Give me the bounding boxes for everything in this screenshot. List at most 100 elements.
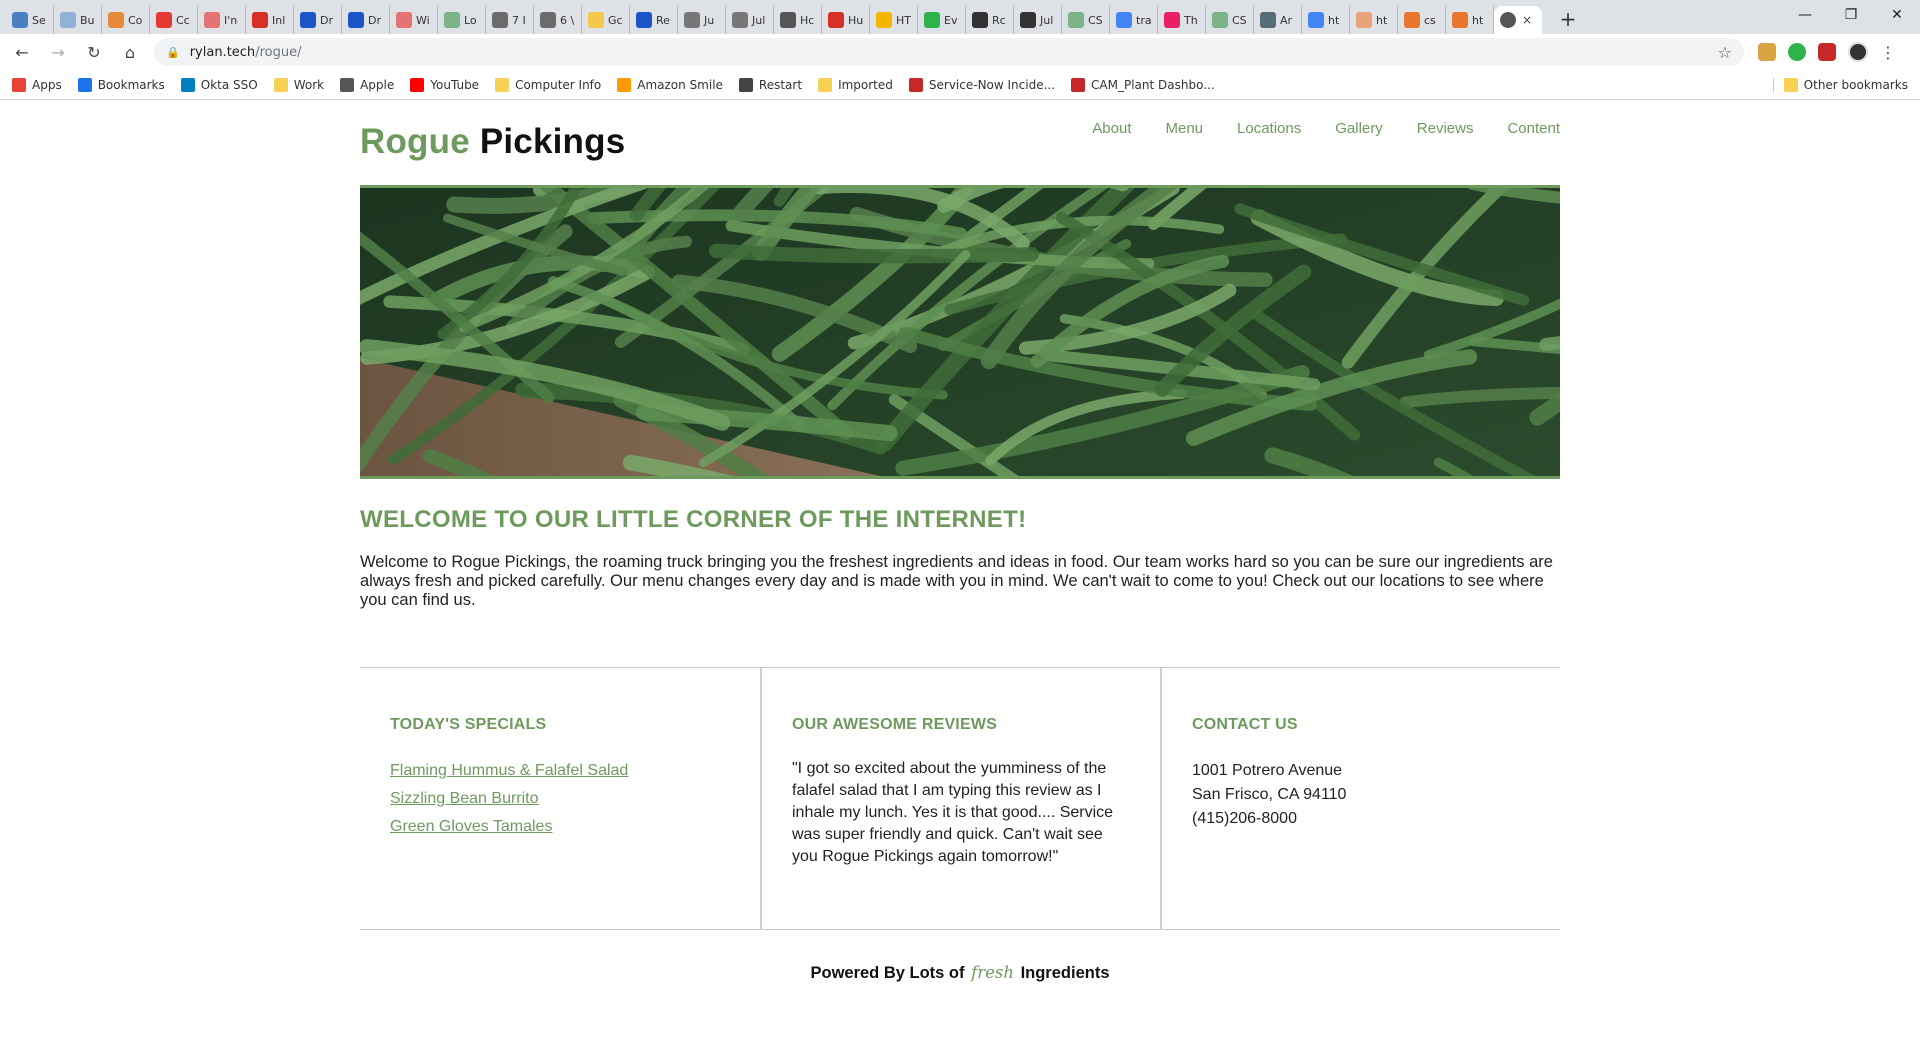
tab-title: Ju	[704, 13, 715, 27]
browser-tab[interactable]: Hu	[822, 6, 870, 34]
restore-button[interactable]: ❐	[1828, 0, 1874, 30]
nav-link-menu[interactable]: Menu	[1166, 120, 1204, 137]
browser-tab[interactable]: Ar	[1254, 6, 1302, 34]
tab-favicon-icon	[300, 12, 316, 28]
address-bar[interactable]: 🔒 rylan.tech/rogue/ ☆	[154, 38, 1744, 66]
browser-tab[interactable]: Re	[630, 6, 678, 34]
bookmark-item[interactable]: Service-Now Incide...	[908, 77, 1055, 92]
special-item: Flaming Hummus & Falafel Salad	[390, 762, 730, 780]
bookmark-item[interactable]: Bookmarks	[77, 77, 165, 92]
special-item: Sizzling Bean Burrito	[390, 790, 730, 808]
bookmark-star-icon[interactable]: ☆	[1718, 43, 1732, 62]
browser-tab[interactable]: Rc	[966, 6, 1014, 34]
bookmark-item[interactable]: Apps	[12, 77, 62, 92]
servicenow-icon	[1071, 77, 1086, 92]
profile-avatar[interactable]	[1848, 42, 1868, 62]
browser-tab[interactable]: 6 \	[534, 6, 582, 34]
tab-favicon-icon	[396, 12, 412, 28]
browser-tab[interactable]: Lo	[438, 6, 486, 34]
bookmark-item[interactable]: Imported	[818, 77, 893, 92]
nav-link-gallery[interactable]: Gallery	[1335, 120, 1383, 137]
browser-tab[interactable]: CS	[1062, 6, 1110, 34]
bookmark-item[interactable]: Amazon Smile	[617, 77, 723, 92]
tab-title: Re	[656, 13, 670, 27]
evernote-extension-icon[interactable]	[1788, 43, 1806, 61]
site-logo[interactable]: Rogue Pickings	[360, 122, 625, 162]
browser-tab[interactable]: cs	[1398, 6, 1446, 34]
contact-line: 1001 Potrero Avenue	[1192, 762, 1343, 779]
bookmark-item[interactable]: Restart	[738, 77, 802, 92]
nav-link-about[interactable]: About	[1092, 120, 1131, 137]
bookmarks-bar: Apps Bookmarks Okta SSO Work Apple YouTube Com…	[0, 70, 1920, 100]
extension-badge-icon[interactable]	[1818, 43, 1836, 61]
special-item: Green Gloves Tamales	[390, 818, 730, 836]
browser-tab[interactable]: Jul	[1014, 6, 1062, 34]
menu-kebab-icon[interactable]: ⋮	[1880, 43, 1896, 62]
special-link[interactable]: Green Gloves Tamales	[390, 818, 552, 835]
tab-favicon-icon	[156, 12, 172, 28]
browser-tab[interactable]: Dr	[342, 6, 390, 34]
browser-tab[interactable]: ht	[1302, 6, 1350, 34]
browser-tab[interactable]: 7 I	[486, 6, 534, 34]
nav-link-reviews[interactable]: Reviews	[1417, 120, 1474, 137]
reload-button[interactable]: ↻	[80, 38, 108, 66]
active-tab[interactable]: ×	[1494, 6, 1542, 34]
bookmark-label: Bookmarks	[97, 77, 165, 92]
info-columns: TODAY'S SPECIALS Flaming Hummus & Falafe…	[360, 667, 1560, 930]
extension-icon[interactable]	[1758, 43, 1776, 61]
nav-link-content[interactable]: Content	[1507, 120, 1560, 137]
browser-tab[interactable]: Dr	[294, 6, 342, 34]
other-bookmarks[interactable]: Other bookmarks	[1772, 77, 1908, 92]
browser-tab[interactable]: Co	[102, 6, 150, 34]
browser-tab[interactable]: Jul	[726, 6, 774, 34]
browser-tab[interactable]: CS	[1206, 6, 1254, 34]
bookmark-item[interactable]: YouTube	[410, 77, 480, 92]
browser-tab[interactable]: Ev	[918, 6, 966, 34]
close-tab-icon[interactable]: ×	[1522, 13, 1532, 27]
bookmark-item[interactable]: Computer Info	[495, 77, 601, 92]
browser-tab[interactable]: Hc	[774, 6, 822, 34]
home-button[interactable]: ⌂	[116, 38, 144, 66]
browser-tab[interactable]: Wi	[390, 6, 438, 34]
tab-favicon-icon	[636, 12, 652, 28]
close-window-button[interactable]: ✕	[1874, 0, 1920, 30]
new-tab-button[interactable]: +	[1556, 7, 1580, 31]
browser-tab[interactable]: tra	[1110, 6, 1158, 34]
tab-title: 6 \	[560, 13, 575, 27]
special-link[interactable]: Sizzling Bean Burrito	[390, 790, 539, 807]
browser-tab[interactable]: Se	[6, 6, 54, 34]
tab-favicon-icon	[12, 12, 28, 28]
bookmark-item[interactable]: Work	[273, 77, 324, 92]
bookmark-label: YouTube	[430, 77, 480, 92]
special-link[interactable]: Flaming Hummus & Falafel Salad	[390, 762, 628, 779]
browser-tab[interactable]: I'n	[198, 6, 246, 34]
tab-favicon-icon	[1260, 12, 1276, 28]
tab-list: Se Bu Co Cc I'n Inl Dr Dr Wi Lo 7 I 6 \ Gc Re Ju Jul Hc H…	[0, 0, 1580, 34]
tab-favicon-icon	[732, 12, 748, 28]
browser-tab[interactable]: Th	[1158, 6, 1206, 34]
browser-tab[interactable]: HT	[870, 6, 918, 34]
bookmark-item[interactable]: Apple	[340, 77, 394, 92]
forward-button[interactable]: →	[44, 38, 72, 66]
browser-tab[interactable]: Cc	[150, 6, 198, 34]
back-button[interactable]: ←	[8, 38, 36, 66]
browser-tab[interactable]: Inl	[246, 6, 294, 34]
browser-tab[interactable]: ht	[1446, 6, 1494, 34]
tab-title: Cc	[176, 13, 190, 27]
tab-title: Hc	[800, 13, 815, 27]
bookmark-item[interactable]: CAM_Plant Dashbo...	[1071, 77, 1215, 92]
nav-link-locations[interactable]: Locations	[1237, 120, 1301, 137]
minimize-button[interactable]: —	[1782, 0, 1828, 30]
browser-tab[interactable]: Bu	[54, 6, 102, 34]
specials-column: TODAY'S SPECIALS Flaming Hummus & Falafe…	[360, 668, 760, 929]
tab-favicon-icon	[780, 12, 796, 28]
tab-title: Hu	[848, 13, 864, 27]
browser-tab[interactable]: Ju	[678, 6, 726, 34]
bookmark-item[interactable]: Okta SSO	[180, 77, 258, 92]
browser-tab[interactable]: ht	[1350, 6, 1398, 34]
main-nav: About Menu Locations Gallery Reviews Content	[1092, 120, 1560, 137]
tab-title: Wi	[416, 13, 430, 27]
contact-line: San Frisco, CA 94110	[1192, 786, 1347, 803]
tab-favicon-icon	[1212, 12, 1228, 28]
browser-tab[interactable]: Gc	[582, 6, 630, 34]
